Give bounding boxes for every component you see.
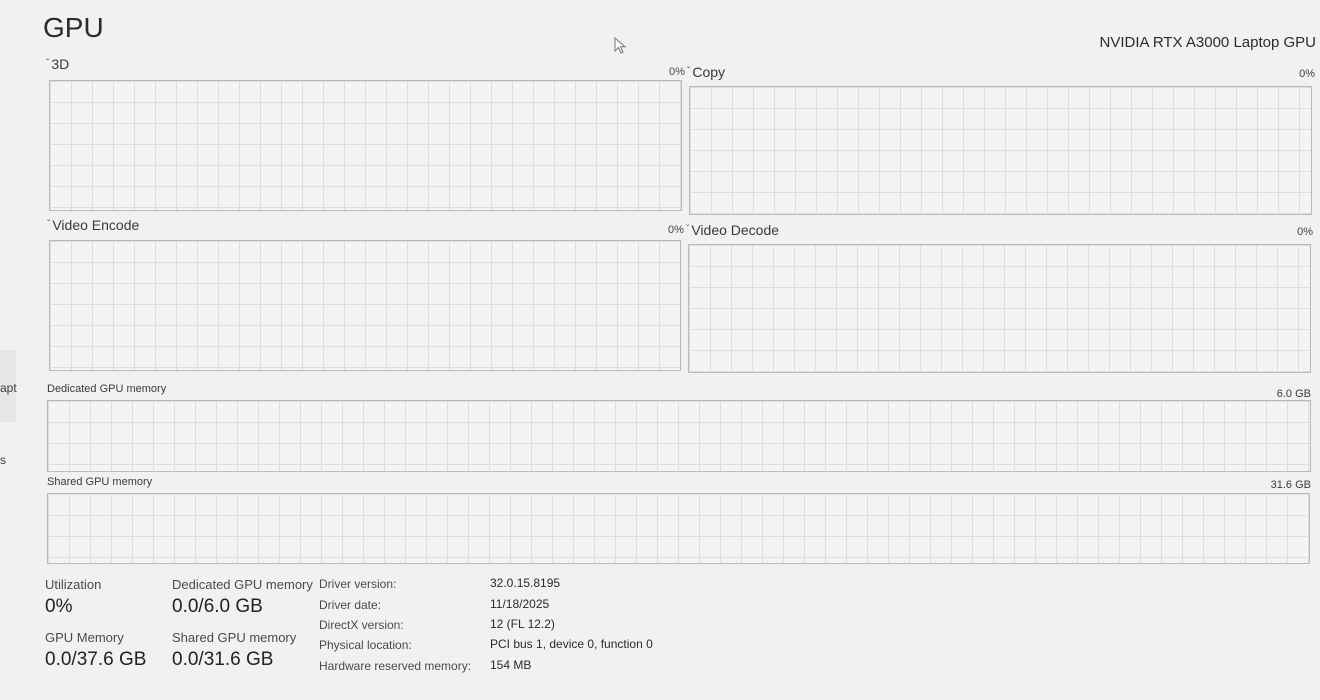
dedicated-memory-stat-label: Dedicated GPU memory bbox=[172, 577, 313, 592]
driver-version-value: 32.0.15.8195 bbox=[490, 576, 561, 590]
engine-graph-copy bbox=[689, 86, 1312, 215]
sidebar-item-fragment[interactable]: apt bbox=[0, 381, 17, 395]
engine-percent: 0% bbox=[1299, 68, 1315, 80]
driver-date-label: Driver date: bbox=[319, 598, 382, 612]
engine-percent: 0% bbox=[1297, 226, 1313, 238]
engine-label: Video Encode bbox=[52, 217, 140, 233]
engine-selector-3d[interactable]: ˇ 3D bbox=[46, 56, 69, 72]
shared-memory-stat-value: 0.0/31.6 GB bbox=[172, 649, 274, 670]
shared-memory-stat-label: Shared GPU memory bbox=[172, 630, 297, 645]
physical-location-label: Physical location: bbox=[319, 638, 412, 652]
chevron-down-icon: ˇ bbox=[687, 66, 691, 77]
engine-graph-video-decode bbox=[688, 244, 1311, 373]
engine-label: Copy bbox=[692, 64, 726, 80]
chevron-down-icon: ˇ bbox=[686, 224, 690, 235]
shared-memory-max: 31.6 GB bbox=[1270, 479, 1311, 491]
engine-graph-video-encode bbox=[49, 240, 681, 371]
engine-selector-video-encode[interactable]: ˇ Video Encode bbox=[47, 217, 139, 233]
gpu-model-name: NVIDIA RTX A3000 Laptop GPU bbox=[1099, 34, 1316, 51]
utilization-label: Utilization bbox=[45, 577, 102, 592]
shared-memory-graph bbox=[47, 493, 1310, 564]
physical-location-value: PCI bus 1, device 0, function 0 bbox=[490, 637, 653, 651]
hardware-reserved-memory-label: Hardware reserved memory: bbox=[319, 659, 472, 673]
gpu-memory-stat-label: GPU Memory bbox=[45, 630, 124, 645]
dedicated-memory-stat-value: 0.0/6.0 GB bbox=[172, 596, 263, 617]
dedicated-memory-graph-label: Dedicated GPU memory bbox=[47, 383, 167, 395]
utilization-value: 0% bbox=[45, 596, 73, 617]
page-title: GPU bbox=[43, 12, 104, 43]
gpu-memory-stat-value: 0.0/37.6 GB bbox=[45, 649, 147, 670]
chevron-down-icon: ˇ bbox=[46, 58, 50, 69]
driver-version-label: Driver version: bbox=[319, 577, 397, 591]
mouse-cursor-icon bbox=[614, 37, 627, 54]
directx-version-value: 12 (FL 12.2) bbox=[490, 617, 555, 631]
directx-version-label: DirectX version: bbox=[319, 618, 404, 632]
engine-percent: 0% bbox=[668, 224, 684, 236]
chevron-down-icon: ˇ bbox=[47, 219, 51, 230]
hardware-reserved-memory-value: 154 MB bbox=[490, 658, 532, 672]
shared-memory-graph-label: Shared GPU memory bbox=[47, 476, 153, 488]
engine-label: 3D bbox=[51, 56, 70, 72]
sidebar-item-fragment[interactable]: s bbox=[0, 453, 6, 467]
engine-percent: 0% bbox=[669, 66, 685, 78]
dedicated-memory-max: 6.0 GB bbox=[1276, 388, 1311, 400]
engine-label: Video Decode bbox=[691, 222, 780, 238]
engine-graph-3d bbox=[49, 80, 682, 211]
engine-selector-video-decode[interactable]: ˇ Video Decode bbox=[686, 222, 779, 238]
dedicated-memory-graph bbox=[47, 400, 1311, 472]
engine-selector-copy[interactable]: ˇ Copy bbox=[687, 64, 725, 80]
driver-date-value: 11/18/2025 bbox=[490, 597, 550, 611]
